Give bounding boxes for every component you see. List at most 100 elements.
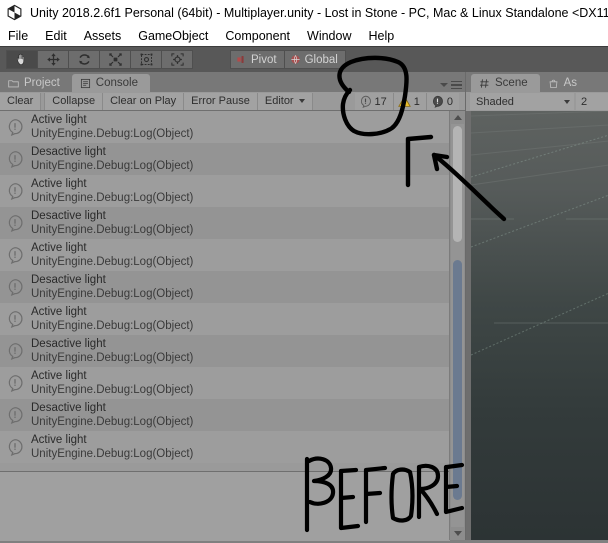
log-entry-text: Active light UnityEngine.Debug:Log(Objec… [31, 241, 193, 269]
scale-tool[interactable] [99, 50, 130, 69]
log-entry-message: Active light [31, 113, 87, 126]
main-toolbar: Pivot Global [0, 46, 608, 72]
pivot-group: Pivot Global [230, 50, 346, 69]
pivot-label: Pivot [251, 53, 277, 66]
clear-button[interactable]: Clear [0, 92, 42, 110]
title-bar: Unity 2018.2.6f1 Personal (64bit) - Mult… [0, 0, 608, 25]
scene-viewport[interactable] [466, 111, 608, 540]
info-circle-icon [8, 375, 23, 392]
tab-project-label: Project [24, 77, 60, 89]
global-button[interactable]: Global [283, 50, 346, 69]
info-circle-icon [8, 439, 23, 456]
rotate-tool[interactable] [68, 50, 99, 69]
collapse-button[interactable]: Collapse [44, 92, 104, 110]
tab-scene[interactable]: Scene [471, 74, 540, 92]
scrollbar-track[interactable] [451, 124, 464, 527]
log-entry-stack: UnityEngine.Debug:Log(Object) [31, 320, 194, 332]
chevron-down-icon[interactable] [440, 82, 448, 87]
clear-on-play-button[interactable]: Clear on Play [103, 92, 185, 110]
menu-item-gameobject[interactable]: GameObject [138, 29, 208, 43]
console-tab-bar: Project Console [0, 72, 465, 92]
menu-item-file[interactable]: File [8, 29, 28, 43]
error-pause-button[interactable]: Error Pause [184, 92, 258, 110]
scene-mode-dropdown[interactable]: 2 [576, 93, 608, 110]
pivot-button[interactable]: Pivot [230, 50, 284, 69]
log-entry[interactable]: Desactive light UnityEngine.Debug:Log(Ob… [0, 143, 450, 175]
grid-icon [480, 78, 489, 88]
menu-item-help[interactable]: Help [368, 29, 394, 43]
log-entry[interactable]: Desactive light UnityEngine.Debug:Log(Ob… [0, 399, 450, 431]
info-circle-icon [8, 151, 23, 168]
log-entry-message: Active light [31, 177, 87, 190]
menu-item-assets[interactable]: Assets [84, 29, 122, 43]
move-tool[interactable] [37, 50, 68, 69]
log-entry-stack: UnityEngine.Debug:Log(Object) [31, 352, 194, 364]
log-entry-stack: UnityEngine.Debug:Log(Object) [31, 384, 194, 396]
log-entry[interactable]: Desactive light UnityEngine.Debug:Log(Ob… [0, 271, 450, 303]
tab-console[interactable]: Console [71, 74, 150, 92]
hamburger-menu-icon[interactable] [451, 80, 462, 89]
scene-toolbar: Shaded 2 [466, 92, 608, 111]
globe-icon [290, 55, 300, 64]
tab-asset-store[interactable]: As [540, 74, 589, 92]
warning-count[interactable]: 1 [393, 93, 427, 110]
log-entry-message: Active light [31, 305, 87, 318]
menu-item-window[interactable]: Window [307, 29, 351, 43]
log-entry[interactable]: Active light UnityEngine.Debug:Log(Objec… [0, 367, 450, 399]
editor-filter-dropdown[interactable]: Editor [257, 92, 313, 110]
editor-panels: Project Console Clear Collapse Clear on … [0, 72, 608, 541]
log-entry[interactable]: Active light UnityEngine.Debug:Log(Objec… [0, 175, 450, 207]
menu-item-edit[interactable]: Edit [45, 29, 67, 43]
scrollbar-thumb[interactable] [453, 260, 462, 500]
log-entry-message: Active light [31, 433, 87, 446]
tab-project[interactable]: Project [0, 74, 72, 92]
transform-tool[interactable] [161, 50, 193, 69]
log-entry-stack: UnityEngine.Debug:Log(Object) [31, 160, 194, 172]
scene-tab-bar: Scene As [466, 72, 608, 92]
log-counters: 17 1 0 [354, 93, 459, 110]
log-entry-text: Active light UnityEngine.Debug:Log(Objec… [31, 433, 193, 461]
info-circle-icon [360, 95, 371, 108]
log-entry-message: Active light [31, 369, 87, 382]
log-entry-stack: UnityEngine.Debug:Log(Object) [31, 416, 194, 428]
log-entry-text: Desactive light UnityEngine.Debug:Log(Ob… [31, 145, 193, 173]
log-entry[interactable]: Active light UnityEngine.Debug:Log(Objec… [0, 303, 450, 335]
scene-panel: Scene As Shaded 2 [465, 72, 608, 540]
log-entry-message: Desactive light [31, 145, 106, 158]
console-scrollbar[interactable] [449, 111, 465, 540]
pivot-icon [237, 56, 244, 63]
log-entry[interactable]: Active light UnityEngine.Debug:Log(Objec… [0, 431, 450, 463]
rotate-icon [78, 54, 90, 65]
log-entry[interactable]: Desactive light UnityEngine.Debug:Log(Ob… [0, 207, 450, 239]
scroll-down-arrow-icon[interactable] [450, 527, 465, 540]
log-entry[interactable]: Active light UnityEngine.Debug:Log(Objec… [0, 239, 450, 271]
info-count[interactable]: 17 [354, 93, 394, 110]
viewport-left-edge [466, 111, 471, 540]
scene-grid-lines [470, 111, 608, 356]
log-entry-text: Active light UnityEngine.Debug:Log(Objec… [31, 113, 193, 141]
console-toolbar: Clear Collapse Clear on Play Error Pause… [0, 92, 465, 111]
log-entry[interactable]: Active light UnityEngine.Debug:Log(Objec… [0, 111, 450, 143]
error-count[interactable]: 0 [426, 93, 459, 110]
info-circle-icon [8, 407, 23, 424]
rect-tool[interactable] [130, 50, 161, 69]
log-entry-message: Active light [31, 241, 87, 254]
log-entry-message: Desactive light [31, 337, 106, 350]
log-entry-stack: UnityEngine.Debug:Log(Object) [31, 224, 194, 236]
scroll-up-arrow-icon[interactable] [450, 111, 465, 124]
info-circle-icon [8, 183, 23, 200]
log-entry[interactable]: Desactive light UnityEngine.Debug:Log(Ob… [0, 335, 450, 367]
menu-item-component[interactable]: Component [225, 29, 290, 43]
unity-editor-window: Unity 2018.2.6f1 Personal (64bit) - Mult… [0, 0, 608, 541]
tab-scene-label: Scene [495, 77, 528, 89]
info-circle-icon [8, 311, 23, 328]
draw-mode-dropdown[interactable]: Shaded [470, 93, 574, 110]
info-circle-icon [8, 247, 23, 264]
menu-bar: File Edit Assets GameObject Component Wi… [0, 25, 608, 46]
log-entry-text: Active light UnityEngine.Debug:Log(Objec… [31, 177, 193, 205]
hand-tool[interactable] [6, 50, 37, 69]
log-entry-message: Desactive light [31, 209, 106, 222]
log-detail-pane[interactable] [0, 471, 450, 541]
log-entry-text: Desactive light UnityEngine.Debug:Log(Ob… [31, 401, 193, 429]
log-entry-message: Desactive light [31, 401, 106, 414]
